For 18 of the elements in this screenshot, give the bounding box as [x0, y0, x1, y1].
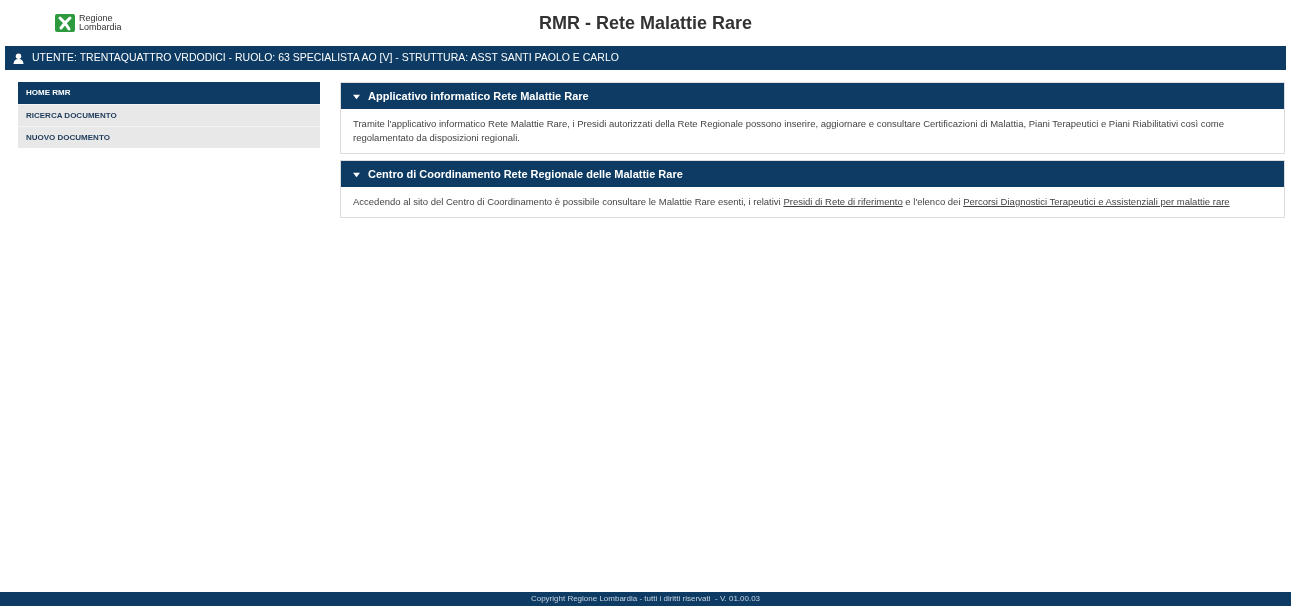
logo-icon: [55, 14, 75, 32]
panel-text: Tramite l'applicativo informatico Rete Malattie Rare, i Presidi autorizzati della Rete Regionale possono inserire, aggiornare e consultare Certificazioni di Malattia, Piani Terapeutici e Piani Riabilitativi così come regolamentato da disposizioni regionali.: [352, 117, 1225, 145]
page-title: RMR - Rete Malattie Rare: [538, 11, 752, 35]
link[interactable]: Presidi di Rete di riferimento: [783, 196, 903, 207]
logo-text: Regione: [79, 14, 114, 23]
logo-text: Lombardia: [79, 23, 122, 32]
panel-title: Applicativo informatico Rete Malattie Rare: [368, 88, 589, 104]
caret-down-icon[interactable]: [353, 92, 360, 100]
user-info: UTENTE: TRENTAQUATTRO VRDODICI - RUOLO: 63 SPECIALISTA AO [V] - STRUTTURA: ASST SANTI PAOLO E CARLO: [32, 50, 619, 66]
sidebar-item[interactable]: RICERCA DOCUMENTO: [18, 104, 320, 126]
caret-down-icon[interactable]: [353, 170, 360, 178]
sidebar-item[interactable]: HOME RMR: [18, 82, 320, 104]
link[interactable]: Percorsi Diagnostici Terapeutici e Assistenziali per malattie rare: [963, 196, 1230, 207]
sidebar-item[interactable]: NUOVO DOCUMENTO: [18, 126, 320, 148]
panel-text: Accedendo al sito del Centro di Coordinamento è possibile consultare le Malattie Rare esenti, i relativi Presidi di Rete di riferimento e l'elenco dei Percorsi Diagnostici Terapeutici e Assistenziali per malattie rare: [352, 195, 1231, 209]
copyright-text: Copyright Regione Lombardia - tutti i diritti riservati - V. 01.00.03: [530, 593, 761, 605]
panel-title: Centro di Coordinamento Rete Regionale delle Malattie Rare: [368, 166, 683, 182]
user-icon: [13, 52, 24, 64]
